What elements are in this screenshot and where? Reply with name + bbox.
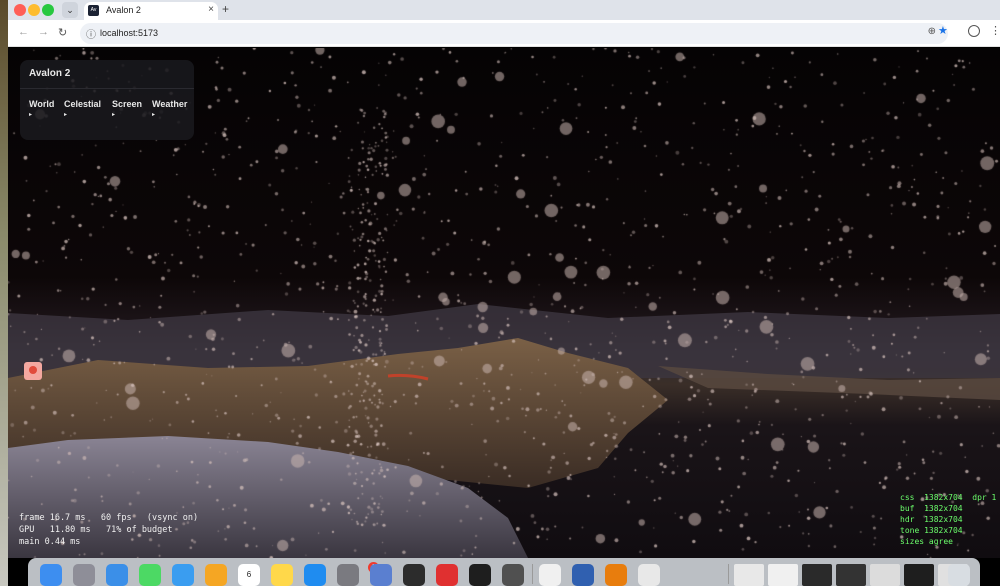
address-bar[interactable]: ⓘ localhost:5173 ⊕ [80, 23, 948, 44]
dock-text-edit-icon[interactable] [539, 564, 561, 586]
bookmark-star-icon[interactable]: ★ [938, 24, 948, 37]
dock-books-icon[interactable] [436, 564, 458, 586]
dock-minimized-window[interactable] [836, 564, 866, 586]
url-text[interactable]: localhost:5173 [100, 28, 158, 38]
menu-celestial[interactable]: Celestial ▸ [64, 99, 101, 118]
dock-minimized-window[interactable] [768, 564, 798, 586]
dock-trash-icon[interactable] [948, 564, 970, 586]
tab-avalon[interactable]: Av Avalon 2 × [84, 2, 218, 20]
tab-close-icon[interactable]: × [208, 4, 214, 15]
dock-minimized-window[interactable] [870, 564, 900, 586]
dims-hdr-line: hdr 1382x704 [900, 515, 963, 524]
perf-frame-line: frame 16.7 ms 60 fps (vsync on) [19, 513, 199, 523]
dock-divider [728, 564, 729, 584]
dock-system-settings-icon[interactable] [337, 564, 359, 586]
minimize-window-button[interactable] [28, 4, 40, 16]
dock-notes-icon[interactable] [271, 564, 293, 586]
dock-chrome-icon[interactable] [638, 564, 660, 586]
tab-search-button[interactable]: ⌄ [62, 2, 78, 18]
menu-weather-label: Weather [152, 99, 188, 109]
dims-buf-line: buf 1382x704 [900, 504, 963, 513]
dock-calendar-icon[interactable]: 6 [238, 564, 260, 586]
menu-weather[interactable]: Weather ▸ [152, 99, 187, 118]
dock-safari-icon[interactable] [106, 564, 128, 586]
browser-window: ⌄ Av Avalon 2 × + ← → ↻ ⓘ localhost:5173… [8, 0, 1000, 586]
browser-toolbar: ← → ↻ ⓘ localhost:5173 ⊕ [8, 20, 1000, 47]
new-tab-button[interactable]: + [222, 2, 229, 16]
chevron-right-icon: ▸ [64, 112, 68, 118]
dock-blender-icon[interactable] [605, 564, 627, 586]
tab-title: Avalon 2 [106, 5, 141, 15]
dock-launchpad-icon[interactable] [73, 564, 95, 586]
chevron-right-icon: ▸ [112, 112, 116, 118]
back-button[interactable]: ← [18, 26, 29, 38]
perf-gpu-line: GPU 11.80 ms 71% of budget [19, 525, 173, 535]
dock-photos-icon[interactable] [205, 564, 227, 586]
dock: 1 6 [28, 558, 980, 586]
reload-button[interactable]: ↻ [58, 26, 67, 39]
forward-button[interactable]: → [38, 26, 49, 38]
dock-minimized-window[interactable] [802, 564, 832, 586]
dock-automator-icon[interactable] [572, 564, 594, 586]
calendar-day: 6 [246, 570, 252, 579]
render-viewport[interactable]: Avalon 2 World ▸ Celestial ▸ Screen ▸ We… [8, 48, 1000, 558]
debug-toggle-button[interactable] [24, 362, 42, 380]
perf-main-line: main 0.44 ms [19, 537, 81, 547]
controls-panel: Avalon 2 World ▸ Celestial ▸ Screen ▸ We… [20, 60, 194, 140]
tab-favicon: Av [88, 5, 99, 16]
dock-divider [532, 564, 533, 584]
site-info-icon[interactable]: ⓘ [86, 26, 96, 41]
menu-screen[interactable]: Screen ▸ [112, 99, 142, 118]
maximize-window-button[interactable] [42, 4, 54, 16]
dock-minimized-window[interactable] [734, 564, 764, 586]
menu-world-label: World [29, 99, 55, 109]
dock-mail-icon[interactable] [172, 564, 194, 586]
menu-celestial-label: Celestial [64, 99, 102, 109]
dock-activity-monitor-icon[interactable] [403, 564, 425, 586]
menu-world[interactable]: World ▸ [29, 99, 54, 118]
buffer-size-overlay: css 1382x704 dpr 1 buf 1382x704 hdr 1382x7… [900, 492, 996, 547]
dock-preview-icon[interactable] [370, 564, 392, 586]
dock-minimized-window[interactable] [904, 564, 934, 586]
profile-icon[interactable] [968, 25, 980, 37]
dims-status-line: sizes agree [900, 537, 953, 546]
chevron-right-icon: ▸ [152, 112, 156, 118]
desktop-background [0, 0, 8, 586]
panel-divider [20, 88, 194, 89]
perf-overlay: frame 16.7 ms 60 fps (vsync on) GPU 11.80… [19, 512, 198, 548]
dock-terminal-icon[interactable] [469, 564, 491, 586]
browser-menu-icon[interactable]: ⋮ [990, 24, 1000, 37]
chevron-right-icon: ▸ [29, 112, 33, 118]
zoom-icon[interactable]: ⊕ [928, 26, 936, 37]
bug-icon [29, 366, 37, 374]
dims-tone-line: tone 1382x704 [900, 526, 963, 535]
close-window-button[interactable] [14, 4, 26, 16]
dock-messages-icon[interactable] [139, 564, 161, 586]
panel-title: Avalon 2 [29, 68, 71, 79]
dock-screenshot-icon[interactable] [502, 564, 524, 586]
menu-screen-label: Screen [112, 99, 143, 109]
dock-finder-icon[interactable] [40, 564, 62, 586]
tab-strip: ⌄ Av Avalon 2 × + [8, 0, 1000, 20]
dims-css-line: css 1382x704 dpr 1 [900, 493, 997, 502]
dock-app-store-icon[interactable] [304, 564, 326, 586]
